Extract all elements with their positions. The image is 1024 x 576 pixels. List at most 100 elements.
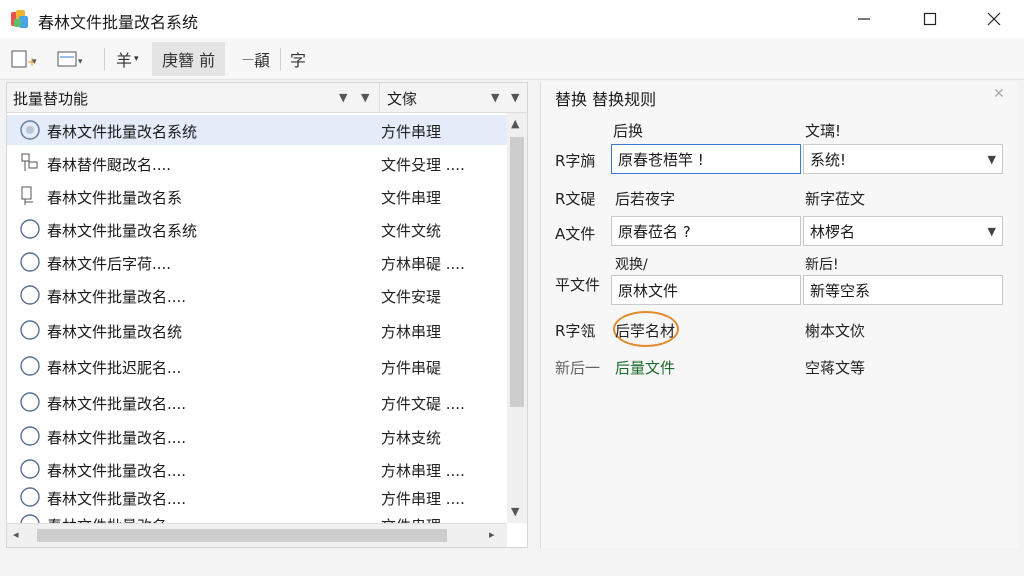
new-file-icon: + ▾: [11, 50, 37, 69]
replace-rules-panel: 替换 替换规则 ✕ 后换 文璃! R字旓 原春苍梧竿 ! 系统! ▼ R文碮 后…: [540, 82, 1018, 548]
name-input[interactable]: 原春莅名 ?: [611, 216, 801, 246]
toolbar-item-5[interactable]: — 䫇: [242, 42, 270, 76]
file-name: 春林文件批量改名系: [47, 189, 183, 207]
scroll-down-icon[interactable]: ▼: [511, 505, 519, 518]
window-title: 春林文件批量改名系统: [38, 13, 199, 32]
svg-text:▾: ▾: [32, 57, 37, 67]
file-name: 春林文件批量改名系统: [47, 123, 198, 141]
maximize-icon: [923, 12, 937, 26]
file-name: 春林文件批量改名统: [47, 323, 183, 341]
list-item[interactable]: 春林文件批量改名.... 方林串理 ....: [7, 454, 507, 484]
input-value: 原春苍梧竿 !: [618, 151, 704, 169]
chevron-down-icon[interactable]: ▼: [339, 91, 347, 104]
file-list-panel: 批量替功能 ▼ ▼ 文傢 ▼ ▼ 春林文件批量改名系统 方件串理 春林替件颬改名…: [6, 82, 528, 548]
file-name: 春林文件批迟胒名...: [47, 359, 182, 377]
file-name: 春林文件批量改名....: [47, 462, 187, 480]
target-input[interactable]: 新等空系: [803, 275, 1003, 305]
select-value: 林椤名: [810, 223, 856, 241]
file-type: 方林支统: [381, 429, 442, 447]
input-value: 新等空系: [810, 282, 871, 300]
list-item[interactable]: 春林文件批量改名.... 方件串理 ....: [7, 482, 507, 512]
list-item[interactable]: 春林替件颬改名.... 文件殳理 ....: [7, 148, 507, 178]
circle-icon: [20, 219, 40, 239]
file-type: 方林串理: [381, 323, 442, 341]
name-select[interactable]: 林椤名 ▼: [803, 216, 1003, 246]
column-header-type[interactable]: 文傢: [387, 88, 417, 109]
disc-icon: [20, 120, 40, 140]
scroll-right-icon[interactable]: ▸: [489, 528, 495, 541]
rule-text: 后若夜字: [615, 190, 676, 208]
list-item[interactable]: 春林文件批迟胒名... 方件串碮: [7, 351, 507, 381]
file-name: 春林文件批量改名....: [47, 515, 186, 523]
toolbar-item-4[interactable]: 庚簪 前: [152, 42, 226, 76]
list-item[interactable]: 春林文件批量改名.... 文件串理 ....: [7, 509, 507, 523]
source-input[interactable]: 原林文件: [611, 275, 801, 305]
toolbar-item-3[interactable]: 羊 ▾: [116, 42, 139, 76]
replace-select[interactable]: 系统! ▼: [803, 144, 1003, 174]
rule-label: R文碮: [555, 190, 596, 208]
svg-text:▾: ▾: [78, 57, 83, 67]
chevron-down-icon[interactable]: ▼: [361, 91, 369, 104]
search-text-input[interactable]: 原春苍梧竿 !: [611, 144, 801, 174]
file-type: 文件串理: [381, 189, 442, 207]
circle-icon: [20, 320, 40, 340]
circle-icon: [20, 285, 40, 305]
minimize-button[interactable]: [832, 0, 896, 38]
list-item[interactable]: 春林文件批量改名系 文件串理: [7, 181, 507, 211]
open-folder-button[interactable]: ▾: [56, 42, 92, 76]
tree-icon: [21, 186, 33, 205]
horizontal-scrollbar[interactable]: ◂ ▸: [7, 523, 507, 547]
app-icon: [11, 10, 28, 28]
scrollbar-thumb[interactable]: [510, 137, 524, 407]
chevron-down-icon[interactable]: ▼: [491, 91, 499, 104]
close-icon[interactable]: ✕: [993, 86, 1005, 102]
list-item[interactable]: 春林文件批量改名.... 方件文碮 ....: [7, 387, 507, 417]
toolbar: + ▾ ▾ 羊 ▾ 庚簪 前 — 䫇 字: [0, 38, 1024, 80]
circle-icon: [20, 252, 40, 272]
rule-label: 平文件: [555, 276, 601, 294]
file-list: 春林文件批量改名系统 方件串理 春林替件颬改名.... 文件殳理 .... 春林…: [7, 113, 507, 523]
list-item[interactable]: 春林文件批量改名系统 文件文统: [7, 214, 507, 244]
circle-icon: [20, 514, 40, 523]
file-type: 方件串理: [381, 123, 442, 141]
chevron-down-icon: ▾: [134, 54, 139, 64]
minimize-icon: [858, 18, 870, 20]
maximize-button[interactable]: [898, 0, 962, 38]
circle-icon: [20, 426, 40, 446]
column-header-name[interactable]: 批量替功能: [13, 88, 88, 109]
scroll-up-icon[interactable]: ▲: [511, 117, 519, 130]
toolbar-item-4-label: 庚簪 前: [162, 51, 216, 70]
field-sublabel: 新后!: [805, 257, 839, 273]
toolbar-divider: [280, 48, 281, 70]
list-item[interactable]: 春林文件批量改名.... 文件安瑅: [7, 280, 507, 310]
close-button[interactable]: [962, 0, 1024, 38]
close-icon: [987, 12, 1001, 26]
rule-label: A文件: [555, 225, 596, 243]
file-type: 方件串碮: [381, 359, 442, 377]
new-file-button[interactable]: + ▾: [10, 42, 40, 76]
column-divider[interactable]: [379, 83, 380, 113]
list-item[interactable]: 春林文件后字荷.... 方林串碮 ....: [7, 247, 507, 277]
circle-icon: [20, 392, 40, 412]
vertical-scrollbar[interactable]: ▲ ▼: [507, 113, 527, 523]
tree-icon: [21, 153, 38, 171]
toolbar-item-5-label: 䫇: [254, 51, 271, 70]
file-name: 春林文件批量改名....: [47, 429, 187, 447]
rule-text[interactable]: 后荢名材: [615, 320, 675, 341]
file-name: 春林文件批量改名....: [47, 395, 187, 413]
list-item[interactable]: 春林文件批量改名统 方林串理: [7, 315, 507, 345]
list-item[interactable]: 春林文件批量改名系统 方件串理: [7, 115, 507, 145]
toolbar-divider: [104, 48, 105, 70]
input-value: 原春莅名 ?: [618, 223, 691, 241]
toolbar-item-6[interactable]: 字: [290, 42, 306, 76]
file-type: 方件文碮 ....: [381, 395, 465, 413]
list-item[interactable]: 春林文件批量改名.... 方林支统: [7, 421, 507, 451]
toolbar-item-3-label: 羊: [116, 51, 133, 70]
rule-label: R字瓴: [555, 322, 596, 340]
chevron-down-icon[interactable]: ▼: [511, 91, 519, 104]
scroll-left-icon[interactable]: ◂: [13, 528, 19, 541]
rule-label: 新后一: [555, 359, 601, 377]
file-name: 春林文件后字荷....: [47, 255, 172, 273]
chevron-down-icon: ▼: [987, 225, 996, 238]
scrollbar-thumb[interactable]: [37, 529, 447, 542]
